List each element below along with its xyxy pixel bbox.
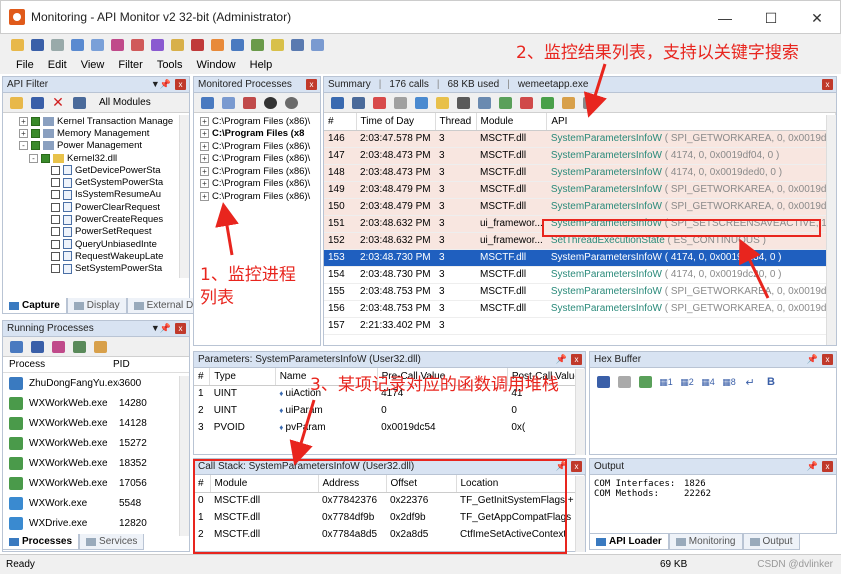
- arrow-1: [215, 202, 239, 256]
- arrow-3: [289, 399, 316, 466]
- arrow-2b: [738, 238, 770, 299]
- arrow-2: [583, 63, 607, 118]
- annotation-arrows: [215, 63, 770, 466]
